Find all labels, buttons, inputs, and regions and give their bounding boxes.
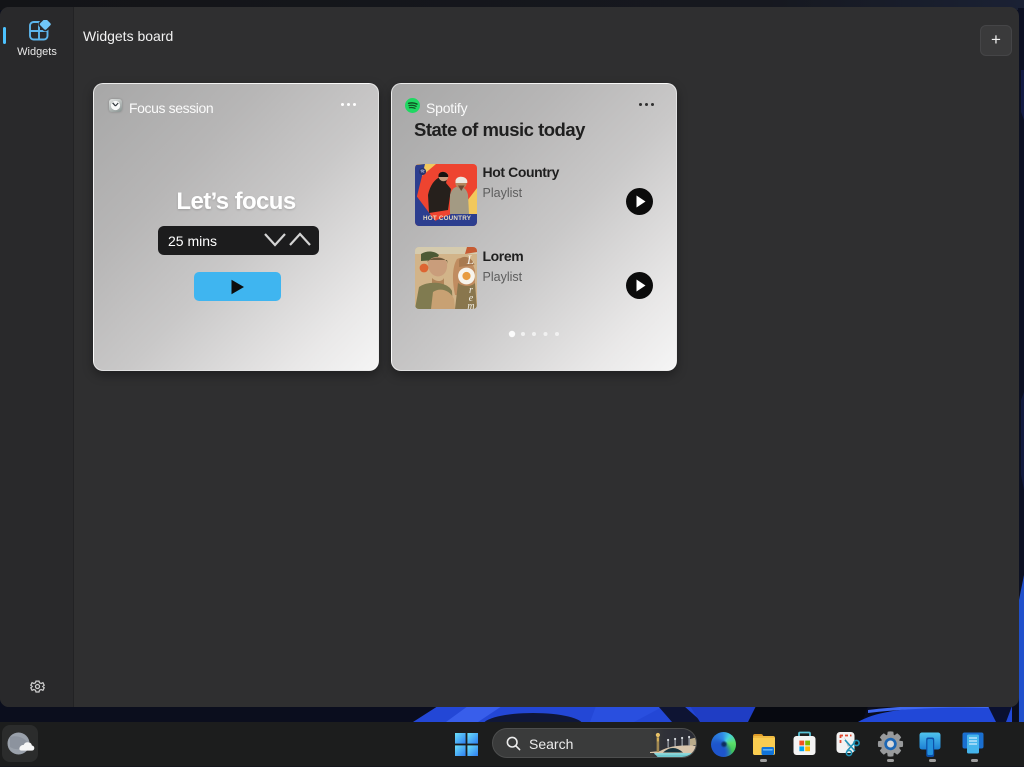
svg-text:m: m	[467, 301, 474, 309]
svg-text:HOT COUNTRY: HOT COUNTRY	[423, 215, 472, 222]
svg-text:L: L	[466, 252, 474, 267]
